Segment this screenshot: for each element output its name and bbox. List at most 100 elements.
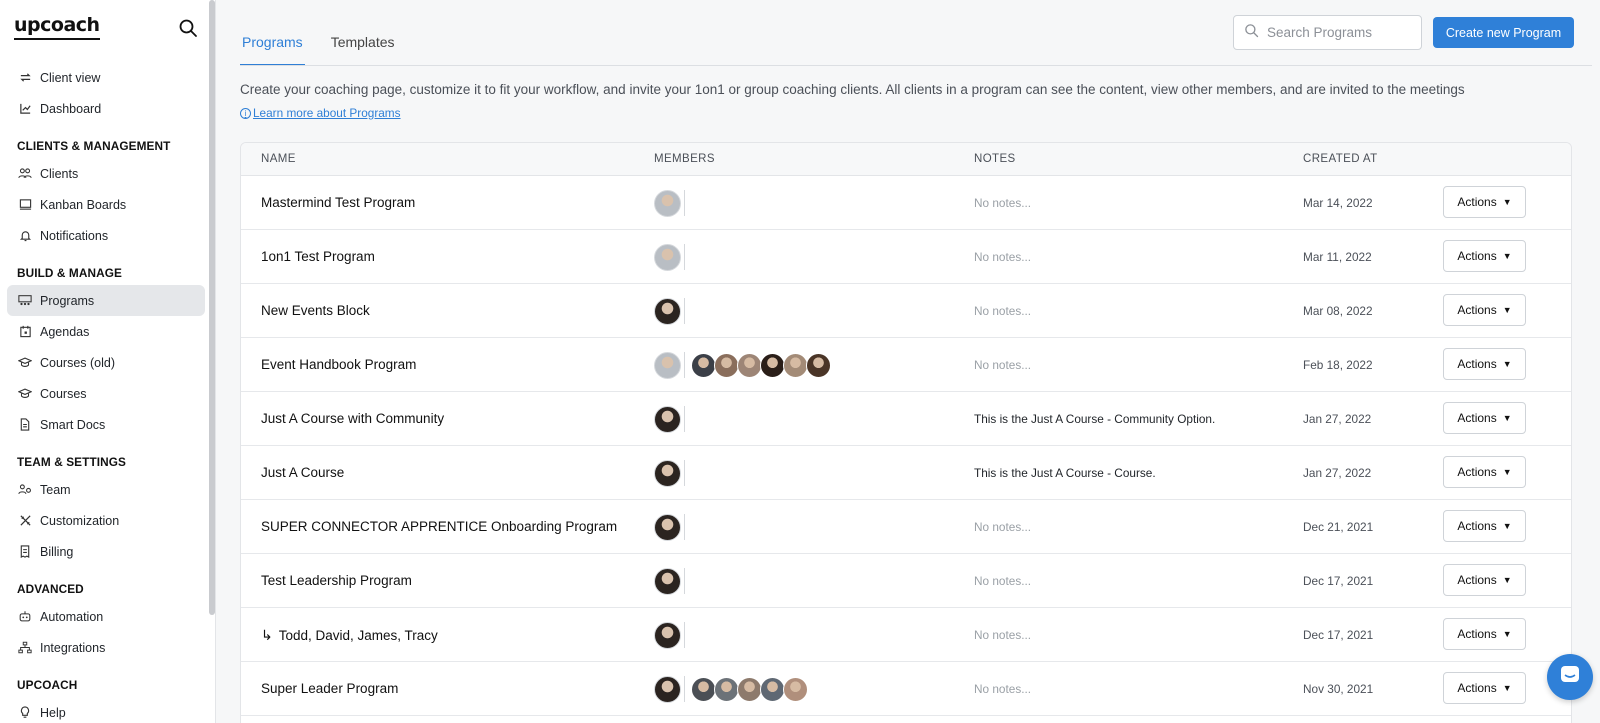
table-row[interactable]: SUPER CONNECTOR APPRENTICE Onboarding Pr… [241, 500, 1571, 554]
owner-avatar[interactable] [654, 567, 681, 595]
owner-avatar[interactable] [654, 243, 681, 271]
actions-dropdown-button[interactable]: Actions ▼ [1443, 510, 1526, 542]
table-row[interactable]: Just A Course This is the Just A Course -… [241, 446, 1571, 500]
table-row[interactable]: Test Leadership Program No notes... Dec 17… [241, 554, 1571, 608]
member-avatar[interactable] [714, 352, 739, 378]
chat-launcher-button[interactable] [1547, 654, 1593, 700]
sidebar-item-courses-old[interactable]: Courses (old) [7, 347, 205, 378]
sidebar-item-agendas[interactable]: Agendas [7, 316, 205, 347]
actions-dropdown-button[interactable]: Actions ▼ [1443, 186, 1526, 218]
members-divider [684, 676, 685, 702]
search-programs-input[interactable] [1267, 25, 1417, 40]
search-programs-box [1233, 15, 1422, 50]
member-avatar[interactable] [760, 676, 785, 702]
member-avatar[interactable] [806, 352, 831, 378]
sidebar-item-help[interactable]: Help [7, 697, 205, 723]
table-row[interactable]: ↳ Todd, David, James, Tracy No notes... Dec… [241, 608, 1571, 662]
sidebar-item-kanban-boards[interactable]: Kanban Boards [7, 189, 205, 220]
program-name-cell[interactable]: Event Handbook Program [261, 357, 416, 372]
owner-avatar[interactable] [654, 189, 681, 217]
chevron-down-icon: ▼ [1502, 683, 1512, 693]
sidebar-item-label: Help [40, 705, 66, 720]
create-program-button[interactable]: Create new Program [1433, 17, 1574, 48]
graduation-cap-icon [18, 387, 32, 401]
member-avatar[interactable] [691, 676, 716, 702]
notes-cell: No notes... [974, 196, 1032, 210]
created-at-cell: Feb 18, 2022 [1303, 358, 1373, 372]
header-created-at[interactable]: CREATED AT [1303, 153, 1378, 165]
actions-dropdown-button[interactable]: Actions ▼ [1443, 672, 1526, 704]
table-row[interactable]: New Events Block No notes... Mar 08, 2022 A… [241, 284, 1571, 338]
actions-dropdown-button[interactable]: Actions ▼ [1443, 402, 1526, 434]
created-at-cell: Mar 08, 2022 [1303, 304, 1373, 318]
sidebar-item-notifications[interactable]: Notifications [7, 220, 205, 251]
sub-program-arrow-icon: ↳ [261, 627, 273, 643]
tab-programs[interactable]: Programs [240, 22, 305, 66]
member-avatar[interactable] [783, 352, 808, 378]
program-name-cell[interactable]: SUPER CONNECTOR APPRENTICE Onboarding Pr… [261, 519, 617, 534]
program-name: Super Leader Program [261, 681, 399, 696]
learn-more-link[interactable]: i Learn more about Programs [240, 106, 401, 120]
sidebar-item-client-view[interactable]: Client view [7, 62, 205, 93]
sidebar-item-automation[interactable]: Automation [7, 601, 205, 632]
sidebar-item-clients[interactable]: Clients [7, 158, 205, 189]
table-body: Mastermind Test Program No notes... Mar 14… [241, 176, 1571, 716]
owner-avatar[interactable] [654, 675, 681, 703]
member-avatar[interactable] [691, 352, 716, 378]
actions-dropdown-button[interactable]: Actions ▼ [1443, 240, 1526, 272]
program-name-cell[interactable]: 1on1 Test Program [261, 249, 375, 264]
sidebar-item-smart-docs[interactable]: Smart Docs [7, 409, 205, 440]
sidebar-item-billing[interactable]: Billing [7, 536, 205, 567]
actions-dropdown-button[interactable]: Actions ▼ [1443, 564, 1526, 596]
program-name-cell[interactable]: Just A Course [261, 465, 344, 480]
actions-label: Actions [1457, 627, 1497, 641]
chevron-down-icon: ▼ [1502, 305, 1512, 315]
search-icon[interactable] [178, 18, 198, 38]
actions-label: Actions [1457, 357, 1497, 371]
table-row[interactable]: Just A Course with Community This is the … [241, 392, 1571, 446]
members-divider [684, 406, 685, 432]
member-avatar[interactable] [783, 676, 808, 702]
sidebar-item-programs[interactable]: Programs [7, 285, 205, 316]
sidebar-item-team[interactable]: Team [7, 474, 205, 505]
program-name: Event Handbook Program [261, 357, 417, 372]
owner-avatar[interactable] [654, 297, 681, 325]
actions-label: Actions [1457, 573, 1497, 587]
member-avatar[interactable] [760, 352, 785, 378]
sidebar-item-label: Programs [40, 293, 95, 308]
sidebar-item-courses[interactable]: Courses [7, 378, 205, 409]
member-avatar[interactable] [737, 352, 762, 378]
sidebar-item-integrations[interactable]: Integrations [7, 632, 205, 663]
program-name-cell[interactable]: Super Leader Program [261, 681, 398, 696]
program-name-cell[interactable]: New Events Block [261, 303, 370, 318]
program-name-cell[interactable]: ↳ Todd, David, James, Tracy [261, 627, 438, 644]
owner-avatar[interactable] [654, 621, 681, 649]
table-row[interactable]: 1on1 Test Program No notes... Mar 11, 2022… [241, 230, 1571, 284]
program-name-cell[interactable]: Just A Course with Community [261, 411, 444, 426]
sidebar-scrollbar[interactable] [209, 0, 215, 615]
program-name-cell[interactable]: Test Leadership Program [261, 573, 412, 588]
tab-templates[interactable]: Templates [329, 22, 397, 66]
member-avatar[interactable] [737, 676, 762, 702]
actions-dropdown-button[interactable]: Actions ▼ [1443, 618, 1526, 650]
chevron-down-icon: ▼ [1502, 521, 1512, 531]
logo[interactable]: upcoach [14, 14, 100, 40]
sidebar-item-dashboard[interactable]: Dashboard [7, 93, 205, 124]
sidebar-item-customization[interactable]: Customization [7, 505, 205, 536]
actions-dropdown-button[interactable]: Actions ▼ [1443, 348, 1526, 380]
program-name-cell[interactable]: Mastermind Test Program [261, 195, 415, 210]
owner-avatar[interactable] [654, 459, 681, 487]
table-row[interactable]: Mastermind Test Program No notes... Mar 14… [241, 176, 1571, 230]
table-row[interactable]: Event Handbook Program No notes... Feb 18,… [241, 338, 1571, 392]
members-cell [654, 675, 808, 703]
actions-dropdown-button[interactable]: Actions ▼ [1443, 294, 1526, 326]
owner-avatar[interactable] [654, 405, 681, 433]
table-row[interactable]: Super Leader Program No notes... Nov 30, 2… [241, 662, 1571, 716]
actions-dropdown-button[interactable]: Actions ▼ [1443, 456, 1526, 488]
owner-avatar[interactable] [654, 513, 681, 541]
members-cell [654, 189, 693, 217]
owner-avatar[interactable] [654, 351, 681, 379]
member-avatar[interactable] [714, 676, 739, 702]
chevron-down-icon: ▼ [1502, 467, 1512, 477]
header-name[interactable]: NAME [261, 153, 296, 165]
